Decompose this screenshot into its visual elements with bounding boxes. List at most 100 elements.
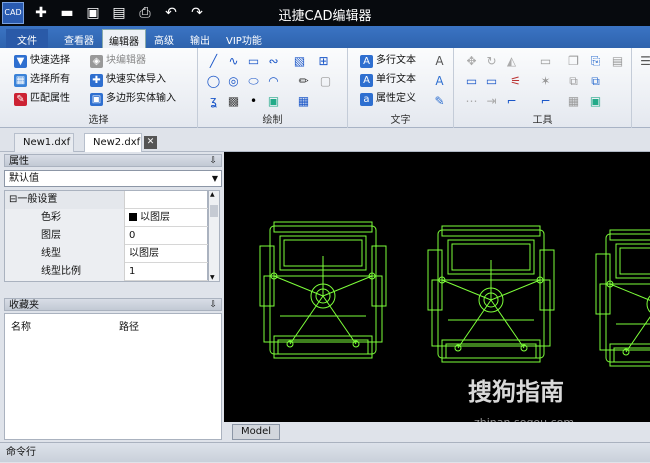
tab-editor[interactable]: 编辑器	[102, 29, 146, 48]
group-icon[interactable]: ▦	[566, 94, 581, 109]
image-icon[interactable]: ▣	[266, 94, 281, 109]
chair-drawing[interactable]	[595, 229, 650, 367]
insert-block-icon[interactable]: ⊞	[316, 54, 331, 69]
text-edit-icon[interactable]: A	[432, 74, 447, 89]
spline-icon[interactable]: ∾	[266, 54, 281, 69]
arc-icon[interactable]: ◠	[266, 74, 281, 89]
quick-entity-import-button[interactable]: ✚ 快速实体导入	[90, 71, 166, 89]
chamfer-icon[interactable]: ⌐	[538, 94, 553, 109]
revision-cloud-icon[interactable]: ʓ	[206, 94, 221, 109]
chair-drawing[interactable]	[259, 221, 387, 359]
circle-icon[interactable]: ◯	[206, 74, 221, 89]
tab-viewer[interactable]: 查看器	[58, 29, 100, 48]
watermark-brand: 搜狗指南	[468, 378, 564, 406]
layout-tab-bar: Model	[224, 422, 650, 442]
ribbon-tab-bar: 文件 查看器 编辑器 高级 输出 VIP功能	[0, 26, 650, 48]
tab-model[interactable]: Model	[232, 424, 281, 440]
command-line[interactable]: 命令行	[0, 442, 650, 462]
property-row[interactable]: 色彩 以图层	[5, 209, 209, 227]
properties-dropdown[interactable]: 默认值 ▼	[4, 170, 222, 187]
properties-scrollbar[interactable]: ▲ ▼	[208, 190, 220, 282]
select-all-icon: ▦	[14, 73, 27, 87]
match-icon[interactable]: ⧉	[588, 74, 603, 89]
favorites-panel-header: 收藏夹 ⇩	[4, 298, 222, 311]
stretch-icon[interactable]: ▭	[464, 74, 479, 89]
extend-icon[interactable]: ⇥	[484, 94, 499, 109]
polygon-entity-input-button[interactable]: ▣ 多边形实体输入	[90, 90, 176, 108]
doc-tab-new1[interactable]: New1.dxf	[14, 133, 74, 152]
tab-advanced[interactable]: 高级	[148, 29, 180, 48]
import-icon: ✚	[90, 73, 103, 87]
block-icon: ◈	[90, 54, 103, 68]
scale-icon[interactable]: ▭	[484, 74, 499, 89]
ellipse-icon[interactable]: ⬭	[246, 74, 261, 89]
explode-icon[interactable]: ✶	[538, 74, 553, 89]
favorites-list: 名称 路径	[4, 313, 222, 440]
quick-select-button[interactable]: ▼ 快速选择	[14, 52, 70, 70]
text-icon: A	[360, 73, 373, 87]
clipboard-icon[interactable]: ▤	[610, 54, 625, 69]
trim-icon[interactable]: ⋯	[464, 94, 479, 109]
column-name[interactable]: 名称	[11, 318, 31, 333]
circle-3p-icon[interactable]: ◎	[226, 74, 241, 89]
doc-tab-new2[interactable]: New2.dxf	[84, 133, 142, 152]
copy-icon[interactable]: ❐	[566, 54, 581, 69]
gradient-icon[interactable]: ▩	[226, 94, 241, 109]
cad-drawing	[259, 221, 650, 367]
text-style-icon[interactable]: A	[432, 54, 447, 69]
region-icon[interactable]: ▢	[318, 74, 333, 89]
close-tab-icon[interactable]: ✕	[144, 136, 157, 149]
attribute-definition-button[interactable]: a 属性定义	[360, 90, 416, 108]
pin-icon[interactable]: ⇩	[209, 299, 217, 312]
color-swatch	[129, 213, 137, 221]
line-icon[interactable]: ╱	[206, 54, 221, 69]
tab-output[interactable]: 输出	[184, 29, 216, 48]
hatch-icon[interactable]: ▧	[292, 54, 307, 69]
scroll-thumb[interactable]	[210, 205, 218, 217]
rotate-icon[interactable]: ↻	[484, 54, 499, 69]
match-properties-button[interactable]: ✎ 匹配属性	[14, 90, 70, 108]
polyline-icon[interactable]: ∿	[226, 54, 241, 69]
brush-icon: ✎	[14, 92, 27, 106]
select-all-button[interactable]: ▦ 选择所有	[14, 71, 70, 89]
multiline-text-button[interactable]: A 多行文本	[360, 52, 416, 70]
point-icon[interactable]: •	[246, 94, 261, 109]
property-row[interactable]: 图层 0	[5, 227, 209, 245]
property-row[interactable]: 线型比例 1	[5, 263, 209, 281]
mtext-icon: A	[360, 54, 373, 68]
pin-icon[interactable]: ⇩	[209, 155, 217, 168]
chevron-down-icon: ▼	[211, 174, 218, 183]
section-general[interactable]: ⊟一般设置	[5, 191, 209, 209]
single-line-text-button[interactable]: A 单行文本	[360, 71, 416, 89]
column-path[interactable]: 路径	[119, 318, 139, 333]
mirror-icon[interactable]: ◭	[504, 54, 519, 69]
tab-vip[interactable]: VIP功能	[220, 29, 268, 48]
array-icon[interactable]: ⧉	[566, 74, 581, 89]
rectangle-icon[interactable]: ▭	[246, 54, 261, 69]
fillet-icon[interactable]: ⌐	[504, 94, 519, 109]
properties-title: 属性	[9, 156, 29, 167]
ungroup-icon[interactable]: ▣	[588, 94, 603, 109]
move-icon[interactable]: ✥	[464, 54, 479, 69]
tab-file[interactable]: 文件	[6, 29, 48, 48]
tools-group: ✥ ↻ ◭ ▭ ❐ ⎘ ▤ ▭ ▭ ⚟ ✶ ⧉ ⧉ ⋯ ⇥ ⌐ ⌐ ▦ ▣ 工具	[454, 48, 632, 128]
text-group-label: 文字	[390, 115, 411, 126]
dimension-icon[interactable]: ▭	[538, 54, 553, 69]
block-editor-button[interactable]: ◈ 块编辑器	[90, 52, 146, 70]
properties-panel-header: 属性 ⇩	[4, 154, 222, 167]
polygon-icon: ▣	[90, 92, 103, 106]
drawing-canvas[interactable]	[224, 152, 650, 422]
ribbon: ▼ 快速选择 ▦ 选择所有 ✎ 匹配属性 ◈ 块编辑器 ✚ 快速实体导入 ▣ 多边形实体输入…	[0, 48, 650, 128]
scroll-up-icon[interactable]: ▲	[210, 191, 215, 198]
ribbon-overflow-icon[interactable]: ☰	[638, 54, 650, 69]
measure-icon[interactable]: ⚟	[508, 74, 523, 89]
text-find-icon[interactable]: ✎	[432, 94, 447, 109]
properties-grid: ⊟一般设置 色彩 以图层 图层 0 线型 以图层 线型比例 1	[4, 190, 209, 282]
property-row[interactable]: 线型 以图层	[5, 245, 209, 263]
table-icon[interactable]: ▦	[296, 94, 311, 109]
scroll-down-icon[interactable]: ▼	[210, 274, 215, 281]
pencil-icon[interactable]: ✏	[296, 74, 311, 89]
paste-icon[interactable]: ⎘	[588, 54, 603, 69]
chair-drawing[interactable]	[427, 225, 555, 363]
favorites-title: 收藏夹	[9, 300, 39, 311]
